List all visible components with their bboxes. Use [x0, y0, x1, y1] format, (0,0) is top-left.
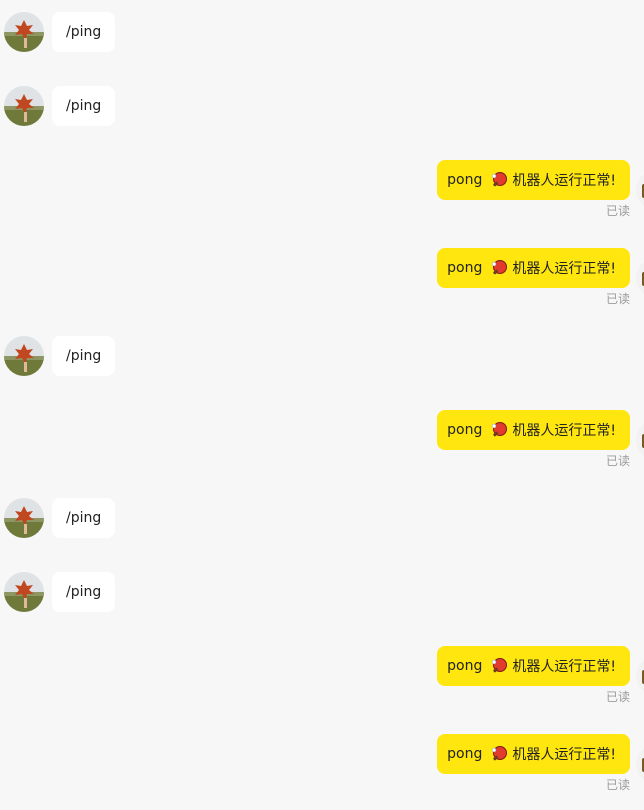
message-text: 机器人运行正常!	[512, 261, 616, 277]
bot-avatar[interactable]	[636, 656, 644, 696]
message-bubble[interactable]: pong 机器人运行正常!	[437, 646, 630, 686]
chat-message-list[interactable]: /ping /ping pong 机器人运行正常! 已读 pong 机器人运行正…	[0, 0, 644, 810]
bot-avatar[interactable]	[636, 170, 644, 210]
message-text: /ping	[66, 584, 102, 600]
message-word: pong	[447, 658, 483, 674]
message-text: 机器人运行正常!	[512, 423, 616, 439]
user-avatar[interactable]	[4, 336, 44, 376]
message-bubble[interactable]: /ping	[52, 572, 116, 612]
user-avatar[interactable]	[4, 12, 44, 52]
ping-pong-icon	[492, 658, 508, 673]
ping-pong-icon	[492, 260, 508, 275]
read-status: 已读	[605, 778, 630, 792]
message-word: pong	[447, 746, 483, 762]
message-text: 机器人运行正常!	[512, 173, 616, 189]
bot-avatar[interactable]	[636, 420, 644, 460]
bot-avatar[interactable]	[636, 258, 644, 298]
message-text: 机器人运行正常!	[512, 659, 616, 675]
message-bubble[interactable]: /ping	[52, 86, 116, 126]
message-bubble[interactable]: pong 机器人运行正常!	[437, 160, 630, 200]
message-bubble[interactable]: /ping	[52, 336, 116, 376]
user-avatar[interactable]	[4, 86, 44, 126]
read-status: 已读	[605, 690, 630, 704]
ping-pong-icon	[492, 746, 508, 761]
message-bubble[interactable]: pong 机器人运行正常!	[437, 734, 630, 774]
user-avatar[interactable]	[4, 498, 44, 538]
read-status: 已读	[605, 454, 630, 468]
message-bubble[interactable]: /ping	[52, 498, 116, 538]
message-word: pong	[447, 172, 483, 188]
message-text: /ping	[66, 348, 102, 364]
ping-pong-icon	[492, 172, 508, 187]
user-avatar[interactable]	[4, 572, 44, 612]
message-bubble[interactable]: pong 机器人运行正常!	[437, 410, 630, 450]
message-text: /ping	[66, 510, 102, 526]
message-word: pong	[447, 422, 483, 438]
bot-avatar[interactable]	[636, 744, 644, 784]
ping-pong-icon	[492, 422, 508, 437]
message-word: pong	[447, 260, 483, 276]
message-bubble[interactable]: pong 机器人运行正常!	[437, 248, 630, 288]
read-status: 已读	[605, 292, 630, 306]
read-status: 已读	[605, 204, 630, 218]
message-text: /ping	[66, 24, 102, 40]
message-text: /ping	[66, 98, 102, 114]
message-bubble[interactable]: /ping	[52, 12, 116, 52]
message-text: 机器人运行正常!	[512, 747, 616, 763]
